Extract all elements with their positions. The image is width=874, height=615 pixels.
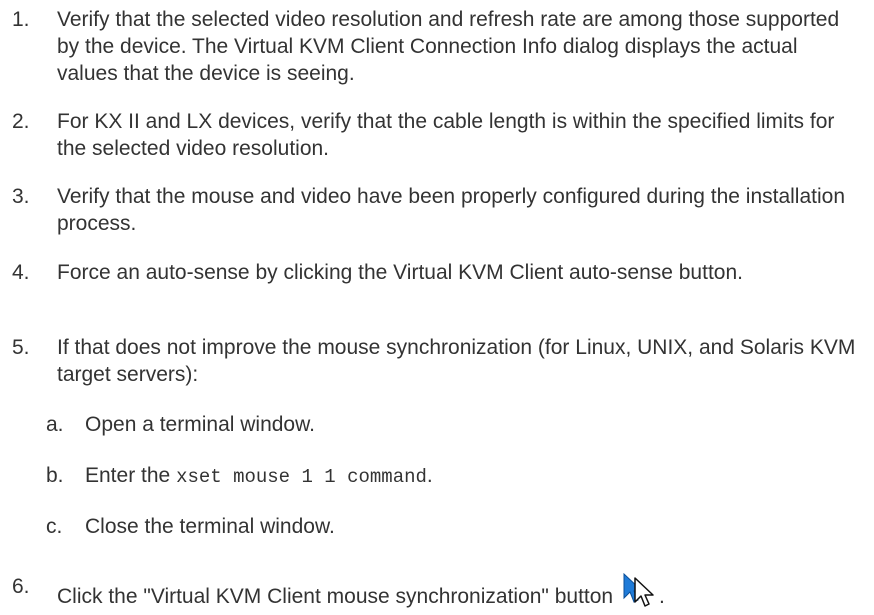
substep-text-before: Enter the [85, 464, 177, 487]
substep-c: c. Close the terminal window. [46, 513, 846, 540]
step-2: 2. For KX II and LX devices, verify that… [12, 108, 862, 162]
substep-letter: a. [46, 413, 64, 436]
step-text: If that does not improve the mouse synch… [57, 336, 856, 386]
substep-a: a. Open a terminal window. [46, 411, 846, 438]
substep-b: b. Enter the xset mouse 1 1 command. [46, 462, 846, 491]
step-4: 4. Force an auto-sense by clicking the V… [12, 259, 862, 286]
substep-text: Enter the xset mouse 1 1 command. [85, 462, 846, 491]
step-number: 3. [12, 185, 30, 208]
step-text: Force an auto-sense by clicking the Virt… [57, 261, 743, 284]
substep-letter: c. [46, 515, 63, 538]
substep-text-after: . [426, 464, 433, 487]
step-text: For KX II and LX devices, verify that th… [57, 110, 835, 160]
step-text: Click the "Virtual KVM Client mouse sync… [57, 572, 862, 610]
step-6-suffix: . [658, 585, 665, 608]
step-text: Verify that the selected video resolutio… [57, 8, 840, 85]
substep-letter: b. [46, 464, 64, 487]
step-number: 1. [12, 8, 30, 31]
substep-text: Close the terminal window. [85, 515, 335, 538]
step-5: 5. If that does not improve the mouse sy… [12, 334, 862, 388]
step-3: 3. Verify that the mouse and video have … [12, 183, 862, 237]
step-6-text: Click the "Virtual KVM Client mouse sync… [57, 585, 614, 608]
step-number: 2. [12, 110, 30, 133]
step-text: Verify that the mouse and video have bee… [57, 185, 846, 235]
command-code: xset mouse 1 1 command [176, 466, 427, 488]
substep-text: Open a terminal window. [85, 413, 315, 436]
step-number: 6. [12, 575, 30, 598]
step-number: 4. [12, 261, 30, 284]
step-number: 5. [12, 336, 30, 359]
step-1: 1. Verify that the selected video resolu… [12, 6, 862, 87]
step-6: 6. Click the "Virtual KVM Client mouse s… [12, 572, 862, 610]
mouse-synchronization-icon [621, 572, 659, 607]
document-page: 1. Verify that the selected video resolu… [0, 0, 874, 615]
